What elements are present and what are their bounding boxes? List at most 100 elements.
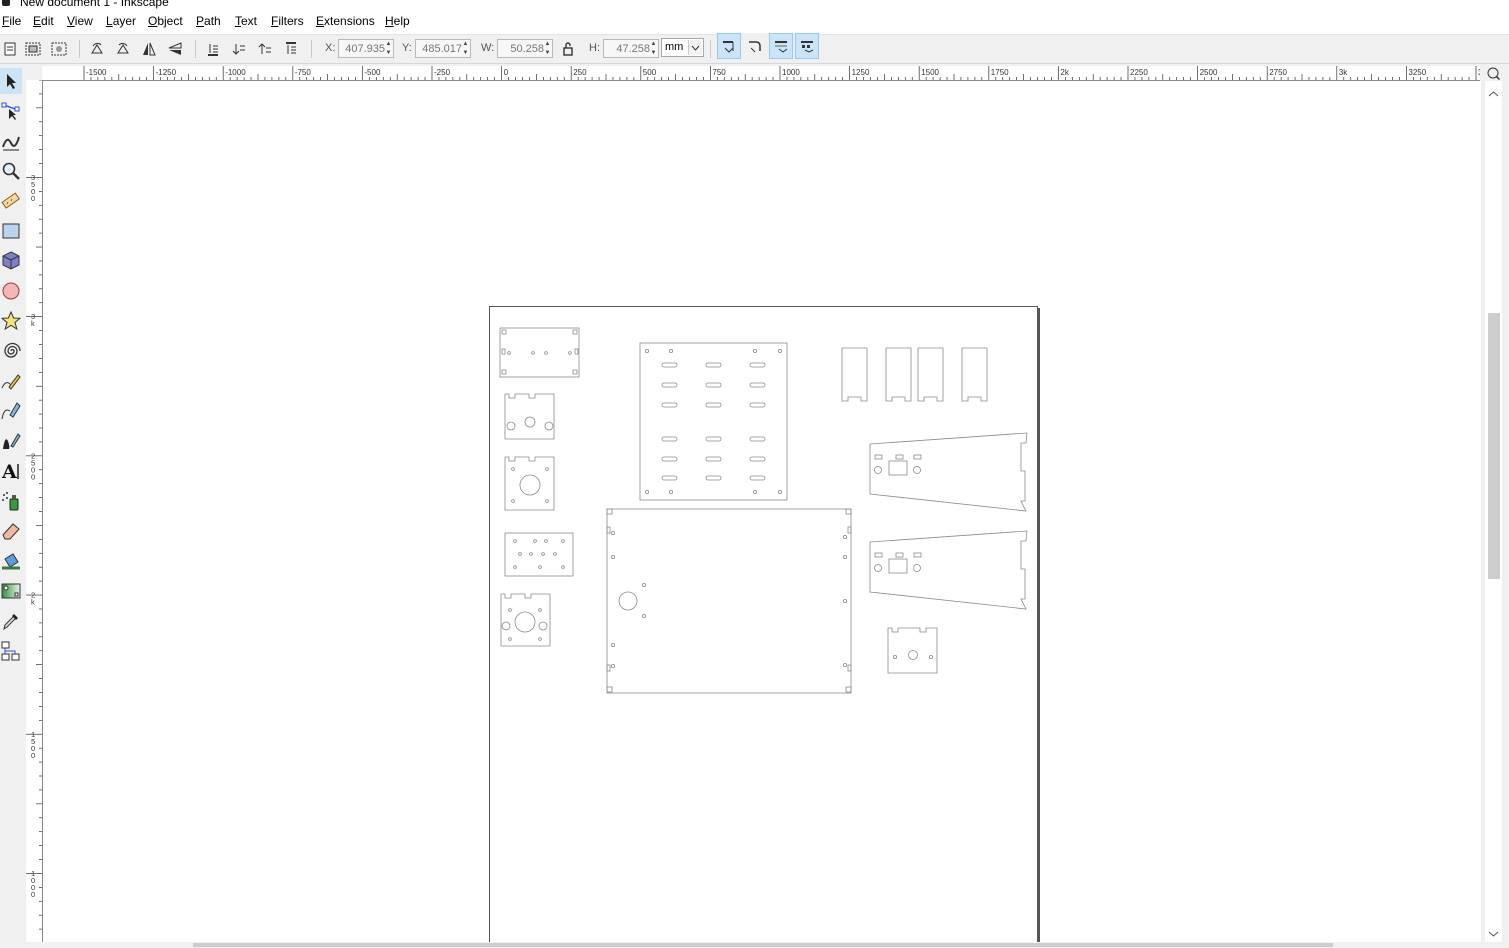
menu-filters[interactable]: Filters [271,14,304,28]
select-all-button[interactable] [0,39,20,59]
menu-view[interactable]: View [67,14,93,28]
toolbar-separator [710,40,711,58]
w-label: W: [481,42,495,54]
part-tab-bracket[interactable] [504,393,555,440]
spiral-tool[interactable] [0,338,22,364]
h-spinbox[interactable]: ▲ ▼ [603,39,659,58]
ruler-label: 500 [643,68,657,77]
part-small-tabs[interactable] [841,347,988,402]
lower-button[interactable] [229,39,249,59]
w-decrement[interactable]: ▼ [543,49,552,57]
dropper-tool[interactable] [0,608,22,634]
flip-horizontal-button[interactable] [139,39,159,59]
w-input[interactable] [498,40,544,57]
flip-vertical-button[interactable] [165,39,185,59]
y-input[interactable] [416,40,462,57]
ruler-label: 1750 [991,68,1009,77]
h-decrement[interactable]: ▼ [649,49,658,57]
scale-stroke-toggle[interactable] [717,33,741,59]
zoom-fit-icon [1487,67,1500,80]
raise-to-top-button[interactable] [281,39,301,59]
y-decrement[interactable]: ▼ [461,49,470,57]
ruler-label: 1250 [852,68,870,77]
menu-path[interactable]: Path [196,14,221,28]
raise-button[interactable] [255,39,275,59]
paint-bucket-icon [2,553,20,570]
star-icon [1,311,21,331]
part-tab-bracket-large-hole[interactable] [500,593,551,647]
node-tool[interactable] [0,98,22,124]
h-increment[interactable]: ▲ [649,40,658,48]
deselect-icon [51,42,67,56]
pen-tool[interactable] [0,398,22,424]
calligraphy-tool[interactable] [0,428,22,454]
star-tool[interactable] [0,308,22,334]
w-spinbox[interactable]: ▲ ▼ [497,39,553,58]
vertical-scrollbar[interactable] [1485,81,1502,942]
rotate-cw-button[interactable] [113,39,133,59]
lock-icon [563,42,573,56]
rectangle-tool[interactable] [0,218,22,244]
scale-corners-icon [749,41,761,53]
x-spinbox[interactable]: ▲ ▼ [338,39,394,58]
vertical-ruler[interactable]: 35003k25002k15001000 [26,79,43,944]
menu-object[interactable]: Object [148,14,183,28]
measure-tool[interactable] [0,188,22,214]
rotate-ccw-button[interactable] [87,39,107,59]
tweak-tool[interactable] [0,128,22,154]
lower-to-bottom-button[interactable] [203,39,223,59]
h-input[interactable] [604,40,650,57]
y-increment[interactable]: ▲ [461,40,470,48]
part-plate-small[interactable] [499,327,580,378]
transform-gradients-toggle[interactable] [769,33,793,59]
scale-corners-toggle[interactable] [743,33,767,59]
paint-bucket-tool[interactable] [0,548,22,574]
transform-patterns-toggle[interactable] [795,33,819,59]
menu-help[interactable]: Help [385,14,410,28]
menu-extensions[interactable]: Extensions [316,14,375,28]
part-side-panel-upper[interactable] [869,432,1028,512]
lock-proportions-button[interactable] [558,39,578,59]
unit-select[interactable]: mm [661,38,704,57]
part-side-panel-lower[interactable] [869,530,1028,610]
pencil-tool[interactable] [0,368,22,394]
menu-text[interactable]: Text [235,14,257,28]
connector-tool[interactable] [0,638,22,664]
tweak-wave-icon [2,136,20,151]
ruler-label: -750 [295,68,312,77]
gradient-tool[interactable] [0,578,22,604]
deselect-button[interactable] [49,39,69,59]
scroll-up-icon[interactable] [1485,89,1502,99]
part-hole-plate[interactable] [504,532,574,577]
part-small-bracket[interactable] [887,627,938,674]
x-input[interactable] [339,40,385,57]
ellipse-tool[interactable] [0,278,22,304]
menu-edit[interactable]: Edit [33,14,54,28]
part-base-plate[interactable] [606,508,852,694]
eraser-tool[interactable] [0,518,22,544]
3dbox-tool[interactable] [0,248,22,274]
zoom-fit-button[interactable] [1485,66,1502,81]
select-all-layers-button[interactable] [23,39,43,59]
vertical-ruler-ticks: 35003k25002k15001000 [26,79,42,944]
spray-tool[interactable] [0,488,22,514]
part-slotted-panel[interactable] [639,342,788,501]
y-spinbox[interactable]: ▲ ▼ [415,39,471,58]
horizontal-ruler[interactable]: -1500 -1250 -1000 -750 -500 -250 0 250 500 750 100… [42,66,1496,81]
x-increment[interactable]: ▲ [384,40,393,48]
horizontal-scrollbar[interactable] [43,942,1481,948]
zoom-tool[interactable] [0,158,22,184]
vertical-scroll-thumb[interactable] [1488,313,1500,579]
drawing-canvas[interactable] [43,81,1481,942]
text-tool[interactable]: A [0,458,22,484]
rotate-cw-icon [117,42,129,54]
horizontal-scroll-thumb[interactable] [193,943,1333,947]
part-motor-mount[interactable] [504,456,555,511]
menu-layer[interactable]: Layer [106,14,136,28]
w-increment[interactable]: ▲ [543,40,552,48]
selector-tool[interactable] [0,68,22,94]
x-decrement[interactable]: ▼ [384,49,393,57]
scroll-down-icon[interactable] [1485,929,1502,939]
menu-file[interactable]: File [2,14,21,28]
flip-vertical-icon [168,42,182,55]
